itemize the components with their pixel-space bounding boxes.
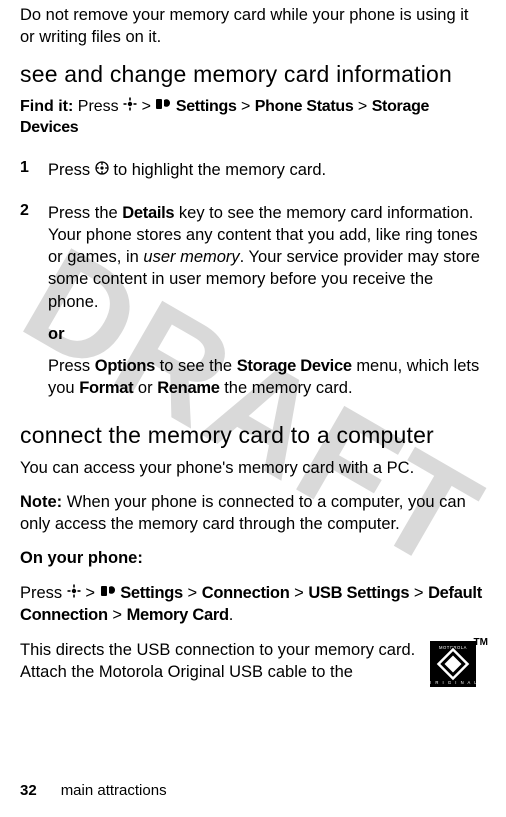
gt1: > — [142, 98, 151, 115]
connection-label: Connection — [202, 584, 290, 602]
settings-label: Settings — [176, 98, 237, 115]
find-it-line: Find it: Press > Settings > Phone Status… — [20, 96, 486, 139]
intro-text: Do not remove your memory card while you… — [20, 4, 486, 49]
page-number: 32 — [20, 782, 37, 799]
details-key: Details — [122, 204, 174, 222]
memory-card-label: Memory Card — [127, 606, 229, 624]
s2-d: Press — [48, 357, 90, 375]
usb-settings-label: USB Settings — [308, 584, 409, 602]
gt-a: > — [85, 584, 95, 602]
motorola-original-logo: TM MOTOROLA O R I G I N A L — [430, 641, 486, 687]
note-paragraph: Note: When your phone is connected to a … — [20, 491, 486, 536]
s2-h: the memory card. — [224, 379, 352, 397]
note-text: When your phone is connected to a comput… — [20, 493, 466, 533]
settings-icon-2 — [100, 582, 116, 604]
note-label: Note: — [20, 493, 62, 511]
footer-section: main attractions — [61, 782, 167, 799]
gt-b: > — [188, 584, 198, 602]
heading-connect: connect the memory card to a computer — [20, 422, 486, 449]
connect-p1: You can access your phone's memory card … — [20, 457, 486, 479]
usb-direct-text: This directs the USB connection to your … — [20, 639, 486, 684]
press-label: Press — [20, 584, 62, 602]
s2-e: to see the — [160, 357, 232, 375]
find-it-press: Press — [78, 98, 119, 115]
settings-icon — [155, 96, 171, 118]
step-1-number: 1 — [20, 159, 48, 192]
settings-label-2: Settings — [120, 584, 183, 602]
storage-device-menu: Storage Device — [237, 357, 352, 375]
gt3: > — [358, 98, 367, 115]
rename-option: Rename — [157, 379, 219, 397]
phone-status-label: Phone Status — [255, 98, 354, 115]
nav-key-icon — [95, 159, 109, 181]
step-2-number: 2 — [20, 202, 48, 410]
options-key: Options — [95, 357, 155, 375]
logo-bottom-text: O R I G I N A L — [430, 680, 476, 685]
usb-path: Press > Settings > Connection > USB Sett… — [20, 582, 486, 627]
on-your-phone: On your phone: — [20, 547, 486, 569]
s1-b: to highlight the memory card. — [113, 161, 326, 179]
s2-g: or — [138, 379, 153, 397]
gt-c: > — [294, 584, 304, 602]
step-1: 1 Press to highlight the memory card. — [20, 159, 486, 192]
tm-mark: TM — [474, 637, 488, 648]
s2-a: Press the — [48, 204, 118, 222]
steps-list: 1 Press to highlight the memory card. 2 … — [20, 159, 486, 410]
heading-see-change: see and change memory card information — [20, 61, 486, 88]
find-it-label: Find it: — [20, 98, 73, 115]
gt2: > — [241, 98, 250, 115]
user-memory: user memory — [143, 248, 239, 266]
center-key-icon-2 — [67, 582, 81, 604]
format-option: Format — [79, 379, 133, 397]
center-key-icon — [123, 96, 137, 118]
page-footer: 32 main attractions — [20, 782, 167, 799]
s1-a: Press — [48, 161, 90, 179]
or-label: or — [48, 323, 486, 345]
gt-e: > — [112, 606, 122, 624]
gt-d: > — [414, 584, 424, 602]
step-2: 2 Press the Details key to see the memor… — [20, 202, 486, 410]
